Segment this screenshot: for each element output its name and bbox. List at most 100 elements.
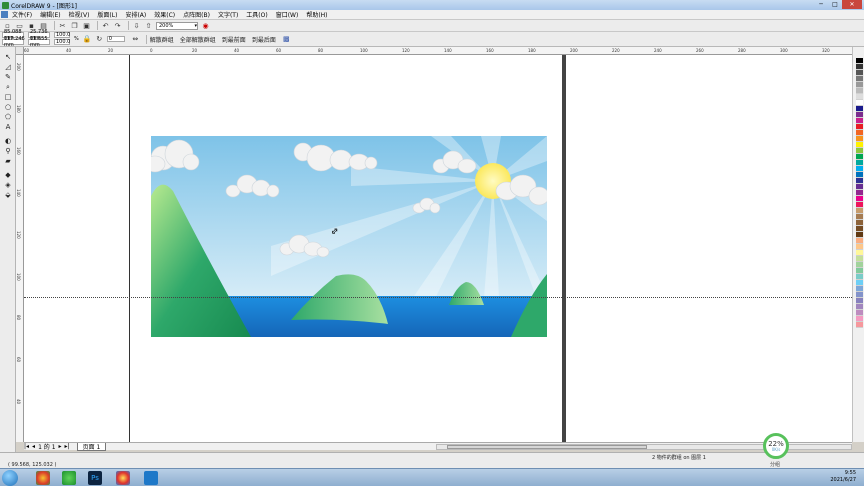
network-rate: 0K/s <box>771 446 781 452</box>
ruler-tick-label: 320 <box>822 48 830 53</box>
page-tab[interactable]: 页面 1 <box>76 442 107 451</box>
system-clock[interactable]: 9:55 2021/6/27 <box>830 470 856 484</box>
ruler-tick-label: 40 <box>234 48 240 53</box>
horizontal-guideline[interactable] <box>24 297 852 298</box>
paste-icon[interactable]: ▣ <box>82 21 91 30</box>
menu-window[interactable]: 窗口(W) <box>276 10 299 19</box>
shape-tool-icon[interactable]: ◿ <box>4 63 12 71</box>
mesh-fill-tool-icon[interactable]: ⬙ <box>4 191 12 199</box>
text-tool-icon[interactable]: A <box>4 123 12 131</box>
ungroup-button[interactable]: 解散群组 <box>150 35 174 44</box>
browser-icon[interactable] <box>62 471 76 485</box>
next-page-button[interactable]: ▸ <box>59 443 62 450</box>
toolbar-separator <box>97 21 98 30</box>
ruler-tick-label: 80 <box>318 48 324 53</box>
scale-x-field[interactable]: 100.0 <box>54 32 70 38</box>
menu-tools[interactable]: 工具(O) <box>246 10 267 19</box>
scale-y-field[interactable]: 100.0 <box>54 39 70 45</box>
menu-view[interactable]: 检视(V) <box>69 10 90 19</box>
convert-to-curves-icon[interactable]: ▩ <box>282 35 291 44</box>
menu-help[interactable]: 帮助(H) <box>306 10 327 19</box>
cut-icon[interactable]: ✂ <box>58 21 67 30</box>
ruler-tick-label: 100 <box>360 48 368 53</box>
previous-page-button[interactable]: ◂ <box>32 443 35 450</box>
eyedropper-tool-icon[interactable]: ⚲ <box>4 147 12 155</box>
copy-icon[interactable]: ❐ <box>70 21 79 30</box>
zoom-tool-icon[interactable]: ⌕ <box>4 83 12 91</box>
lock-ratio-icon[interactable]: 🔒 <box>83 35 92 44</box>
coreldraw-taskbar-icon[interactable] <box>116 471 130 485</box>
menu-arrange[interactable]: 安排(A) <box>125 10 146 19</box>
rectangle-tool-icon[interactable]: □ <box>4 93 12 101</box>
rotate-icon[interactable]: ↻ <box>95 35 104 44</box>
photoshop-icon[interactable]: Ps <box>88 471 102 485</box>
menu-edit[interactable]: 编辑(E) <box>40 10 60 19</box>
ruler-tick-label: 40 <box>16 399 21 405</box>
undo-icon[interactable]: ↶ <box>101 21 110 30</box>
ruler-tick-label: 120 <box>402 48 410 53</box>
rotation-angle-field[interactable]: 0 <box>106 35 125 42</box>
menu-layout[interactable]: 版面(L) <box>97 10 117 19</box>
ruler-tick-label: 120 <box>16 231 21 239</box>
horizontal-scrollbar[interactable] <box>436 444 852 450</box>
first-page-button[interactable]: |◂ <box>24 443 29 450</box>
property-bar: 85.088 mm 117.246 mm 25.736 mm 11.655 mm… <box>0 29 864 48</box>
title-bar: CorelDRAW 9 - [图形1] ─ □ ✕ <box>0 0 864 10</box>
horizontal-ruler[interactable]: 60 40 20 0 20 40 60 80 100 120 140 160 180 200 220 240 2… <box>16 47 852 55</box>
window-controls: ─ □ ✕ <box>814 0 862 9</box>
clock-time: 9:55 <box>844 470 856 476</box>
minimize-button[interactable]: ─ <box>814 0 828 9</box>
performance-label: 分组 <box>770 462 781 468</box>
menu-bitmaps[interactable]: 点阵图(B) <box>183 10 210 19</box>
toolbox: ↖ ◿ ✎ ⌕ □ ○ ⬠ A ◐ ⚲ ▰ ◆ ◈ ⬙ <box>0 47 16 452</box>
fill-tool-icon[interactable]: ◆ <box>4 171 12 179</box>
redo-icon[interactable]: ↷ <box>113 21 122 30</box>
ruler-tick-label: 180 <box>528 48 536 53</box>
scale-fields: 100.0 100.0 <box>54 32 70 46</box>
height-field[interactable]: 11.655 mm <box>28 36 50 48</box>
performance-widget[interactable]: 22% 0K/s <box>763 433 789 459</box>
ruler-tick-label: 140 <box>16 189 21 197</box>
menu-bar: 文件(F) 编辑(E) 检视(V) 版面(L) 安排(A) 效果(C) 点阵图(… <box>0 10 864 20</box>
to-back-button[interactable]: 到最后面 <box>252 35 276 44</box>
ruler-tick-label: 220 <box>612 48 620 53</box>
menu-text[interactable]: 文字(T) <box>218 10 238 19</box>
interactive-fill-tool-icon[interactable]: ◈ <box>4 181 12 189</box>
document-icon[interactable] <box>1 11 8 18</box>
ruler-tick-label: 300 <box>780 48 788 53</box>
zoom-level-select[interactable]: 200% ▾ <box>156 21 198 30</box>
to-front-button[interactable]: 到最前面 <box>222 35 246 44</box>
palette-swatch[interactable] <box>856 322 863 328</box>
ruler-tick-label: 200 <box>570 48 578 53</box>
drawing-canvas[interactable]: ⇕ <box>24 55 852 442</box>
y-position-field[interactable]: 117.246 mm <box>2 36 25 48</box>
mirror-icon[interactable]: ⇔ <box>131 35 140 44</box>
page-navigation-bar: |◂ ◂ 1 的 1 ▸ ▸| 页面 1 <box>24 442 852 451</box>
landscape-artwork[interactable] <box>151 136 547 337</box>
maximize-button[interactable]: □ <box>828 0 842 9</box>
vertical-ruler[interactable]: 200 180 160 140 120 100 80 60 40 <box>16 55 24 442</box>
ruler-tick-label: 0 <box>150 48 153 53</box>
close-button[interactable]: ✕ <box>842 0 862 9</box>
ruler-tick-label: 20 <box>108 48 114 53</box>
application-launcher-icon[interactable]: ◉ <box>201 21 210 30</box>
ellipse-tool-icon[interactable]: ○ <box>4 103 12 111</box>
start-button[interactable] <box>2 470 18 486</box>
interactive-blend-tool-icon[interactable]: ◐ <box>4 137 12 145</box>
menu-effects[interactable]: 效果(C) <box>154 10 175 19</box>
ungroup-all-button[interactable]: 全部解散群组 <box>180 35 216 44</box>
chrome-icon[interactable] <box>36 471 50 485</box>
horizontal-scroll-thumb[interactable] <box>447 445 647 449</box>
menu-file[interactable]: 文件(F) <box>12 10 32 19</box>
outline-tool-icon[interactable]: ▰ <box>4 157 12 165</box>
import-icon[interactable]: ⇩ <box>132 21 141 30</box>
ruler-origin[interactable] <box>16 47 24 55</box>
export-icon[interactable]: ⇧ <box>144 21 153 30</box>
last-page-button[interactable]: ▸| <box>65 443 70 450</box>
polygon-tool-icon[interactable]: ⬠ <box>4 113 12 121</box>
toolbar-separator <box>145 34 147 44</box>
pick-tool-icon[interactable]: ↖ <box>4 53 12 61</box>
video-app-icon[interactable] <box>144 471 158 485</box>
ruler-tick-label: 100 <box>16 273 21 281</box>
knife-tool-icon[interactable]: ✎ <box>4 73 12 81</box>
